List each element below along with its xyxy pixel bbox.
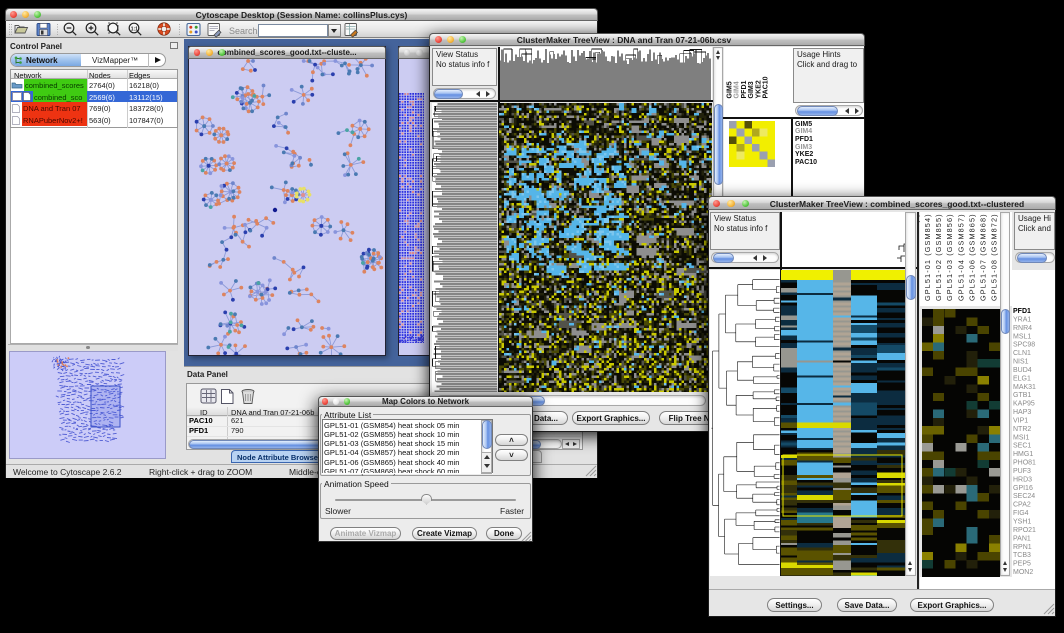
svg-text:SPC98: SPC98: [1013, 342, 1035, 349]
svg-text:RNR4: RNR4: [1013, 325, 1032, 332]
svg-text:CLN1: CLN1: [1013, 350, 1031, 357]
svg-text:YKE2: YKE2: [755, 80, 762, 98]
svg-text:MAK31: MAK31: [1013, 384, 1036, 391]
svg-text:FIG4: FIG4: [1013, 510, 1029, 517]
svg-text:GIM3: GIM3: [748, 81, 755, 98]
svg-text:GTB1: GTB1: [1013, 392, 1031, 399]
svg-text:HRD3: HRD3: [1013, 476, 1032, 483]
svg-text:NIS1: NIS1: [1013, 359, 1029, 366]
svg-text:GPL51-07 (GSM868): GPL51-07 (GSM868): [979, 213, 988, 301]
svg-text:GPI16: GPI16: [1013, 485, 1033, 492]
svg-text:PAN1: PAN1: [1013, 535, 1031, 542]
svg-text:YRA1: YRA1: [1013, 316, 1031, 323]
svg-text:PEP5: PEP5: [1013, 561, 1031, 568]
svg-text:RPO21: RPO21: [1013, 527, 1036, 534]
svg-text:ELG1: ELG1: [1013, 375, 1031, 382]
svg-text:PUF3: PUF3: [1013, 468, 1031, 475]
svg-text:HMG1: HMG1: [1013, 451, 1033, 458]
svg-text:PFD1: PFD1: [741, 81, 748, 99]
svg-text:GPL51-03 (GSM856): GPL51-03 (GSM856): [945, 213, 954, 301]
svg-text:MON2: MON2: [1013, 569, 1033, 576]
svg-text:NTR2: NTR2: [1013, 426, 1031, 433]
svg-text:SEC1: SEC1: [1013, 443, 1031, 450]
svg-text:CPA2: CPA2: [1013, 502, 1031, 509]
svg-text:PHO81: PHO81: [1013, 460, 1036, 467]
svg-text:KAP95: KAP95: [1013, 401, 1035, 408]
svg-text:YSH1: YSH1: [1013, 519, 1031, 526]
svg-text:PAC10: PAC10: [763, 76, 770, 98]
svg-text:GPL51-08 (GSM872): GPL51-08 (GSM872): [990, 213, 999, 301]
svg-text:GPL51-06 (GSM865): GPL51-06 (GSM865): [967, 213, 976, 301]
svg-text:SEC24: SEC24: [1013, 493, 1035, 500]
svg-text:RPN1: RPN1: [1013, 544, 1032, 551]
svg-text:TCB3: TCB3: [1013, 552, 1031, 559]
svg-text:PFD1: PFD1: [1013, 308, 1031, 315]
svg-text:1:1: 1:1: [131, 26, 138, 32]
svg-text:GPL51-01 (GSM854): GPL51-01 (GSM854): [923, 213, 932, 301]
svg-text:VIP1: VIP1: [1013, 418, 1028, 425]
svg-text:MSI1: MSI1: [1013, 434, 1029, 441]
svg-text:GPL51-02 (GSM855): GPL51-02 (GSM855): [934, 213, 943, 301]
svg-text:GPL51-04 (GSM857): GPL51-04 (GSM857): [956, 213, 965, 301]
svg-text:BUD4: BUD4: [1013, 367, 1032, 374]
svg-text:HAP3: HAP3: [1013, 409, 1031, 416]
svg-text:MSL1: MSL1: [1013, 333, 1031, 340]
svg-text:GIM4: GIM4: [734, 81, 741, 98]
svg-text:GIM5: GIM5: [727, 81, 734, 98]
